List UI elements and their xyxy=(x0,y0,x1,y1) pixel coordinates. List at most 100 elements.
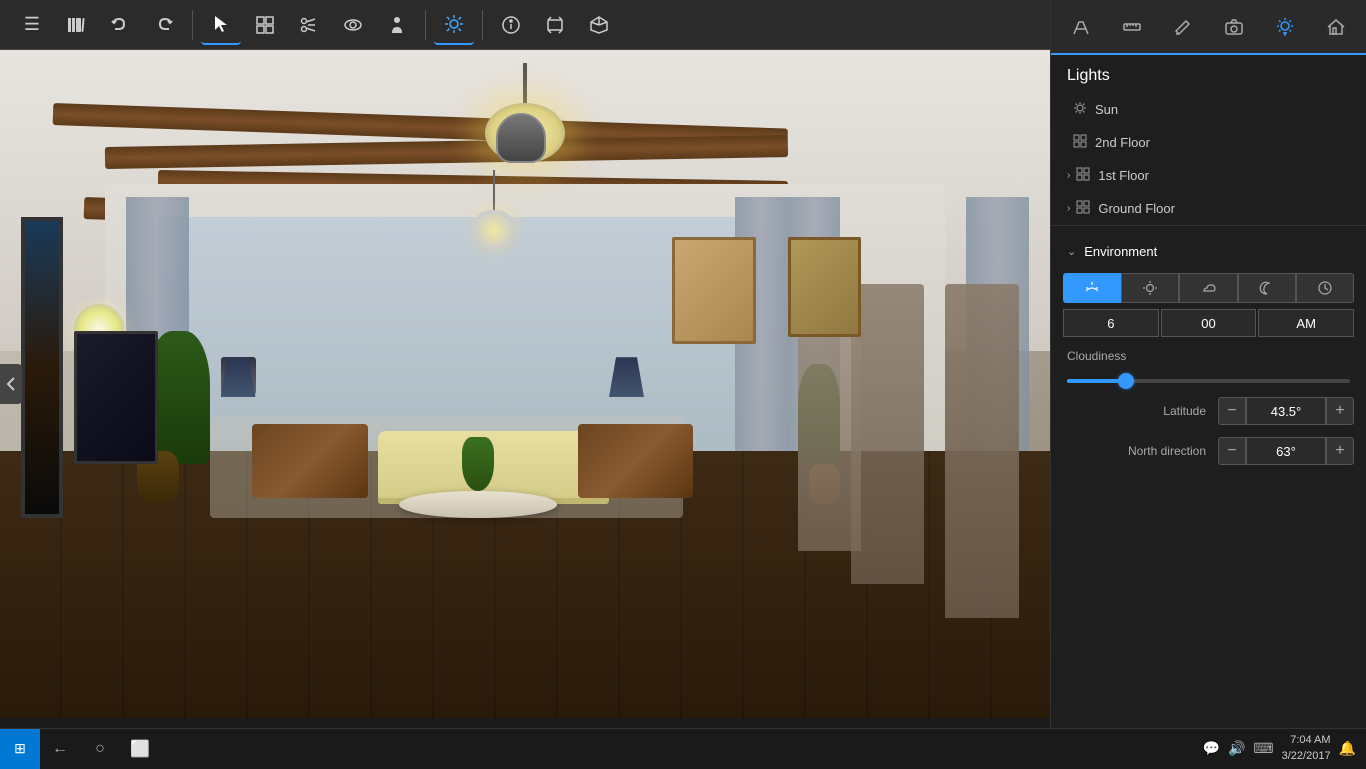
time-hours-input[interactable]: 6 xyxy=(1063,309,1159,337)
dining-chair-1 xyxy=(945,284,1019,618)
time-night-btn[interactable] xyxy=(1238,273,1296,303)
env-chevron: ⌄ xyxy=(1067,245,1076,258)
chandelier-fixture xyxy=(496,113,546,163)
undo-icon[interactable] xyxy=(100,5,140,45)
cloudiness-slider-container xyxy=(1051,367,1366,391)
keyboard-icon[interactable]: ⌨ xyxy=(1253,740,1273,757)
frame-icon[interactable] xyxy=(535,5,575,45)
panel-content: Lights Sun 2nd Floor › 1st Floor › xyxy=(1051,55,1366,728)
tv xyxy=(74,331,158,465)
info-icon[interactable] xyxy=(491,5,531,45)
ground-floor-item[interactable]: › Ground Floor xyxy=(1051,192,1366,225)
latitude-plus-btn[interactable]: + xyxy=(1326,397,1354,425)
1st-floor-label: 1st Floor xyxy=(1098,168,1149,183)
separator-1 xyxy=(192,10,193,40)
latitude-row: Latitude − 43.5° + xyxy=(1051,391,1366,431)
time-day-btn[interactable] xyxy=(1121,273,1179,303)
picture-frame-2 xyxy=(788,237,862,337)
library-icon[interactable] xyxy=(56,5,96,45)
clock-time: 7:04 AM xyxy=(1282,733,1331,748)
home-button[interactable]: ○ xyxy=(80,729,120,769)
time-cloudy-btn[interactable] xyxy=(1179,273,1237,303)
time-custom-btn[interactable] xyxy=(1296,273,1354,303)
sofa xyxy=(378,431,609,498)
north-direction-input[interactable]: 63° xyxy=(1246,437,1326,465)
view-icon[interactable] xyxy=(333,5,373,45)
ground-floor-chevron: › xyxy=(1067,203,1070,214)
cloudiness-slider-fill xyxy=(1067,379,1124,383)
ground-floor-icon xyxy=(1076,200,1090,217)
north-direction-minus-btn[interactable]: − xyxy=(1218,437,1246,465)
sun-item-icon xyxy=(1073,101,1087,118)
north-direction-plus-btn[interactable]: + xyxy=(1326,437,1354,465)
taskbar-clock[interactable]: 7:04 AM 3/22/2017 xyxy=(1282,733,1331,764)
2nd-floor-label: 2nd Floor xyxy=(1095,135,1150,150)
redo-icon[interactable] xyxy=(144,5,184,45)
chair-left xyxy=(252,424,368,497)
pendant-light xyxy=(452,170,536,270)
latitude-input[interactable]: 43.5° xyxy=(1246,397,1326,425)
notification-icon[interactable]: 💬 xyxy=(1203,740,1220,757)
scissors-icon[interactable] xyxy=(289,5,329,45)
pendant-shade xyxy=(474,210,514,250)
sun-item[interactable]: Sun xyxy=(1051,93,1366,126)
multitask-button[interactable]: ⬜ xyxy=(120,729,160,769)
taskbar-right: 💬 🔊 ⌨ 7:04 AM 3/22/2017 🔔 xyxy=(1193,733,1366,764)
start-button[interactable]: ⊞ xyxy=(0,729,40,769)
table-plant xyxy=(462,437,494,490)
time-preset-buttons xyxy=(1063,273,1354,303)
person-icon[interactable] xyxy=(377,5,417,45)
time-period-input[interactable]: AM xyxy=(1258,309,1354,337)
environment-label: Environment xyxy=(1084,244,1157,259)
table-lamp-left xyxy=(221,357,253,437)
cube-icon[interactable] xyxy=(579,5,619,45)
time-minutes-input[interactable]: 00 xyxy=(1161,309,1257,337)
2nd-floor-item[interactable]: 2nd Floor xyxy=(1051,126,1366,159)
panel-paint-icon[interactable] xyxy=(1063,9,1099,45)
menu-icon[interactable]: ☰ xyxy=(12,5,52,45)
time-sunrise-btn[interactable] xyxy=(1063,273,1121,303)
1st-floor-item[interactable]: › 1st Floor xyxy=(1051,159,1366,192)
scene xyxy=(0,50,1050,718)
panel-house-icon[interactable] xyxy=(1318,9,1354,45)
panel-edit-icon[interactable] xyxy=(1165,9,1201,45)
cloudiness-slider-track[interactable] xyxy=(1067,379,1350,383)
lamp-shade-inner-2 xyxy=(609,357,644,397)
right-panel: Lights Sun 2nd Floor › 1st Floor › xyxy=(1050,0,1366,728)
ground-floor-label: Ground Floor xyxy=(1098,201,1175,216)
clock-date: 3/22/2017 xyxy=(1282,749,1331,764)
panel-light-icon[interactable] xyxy=(1267,9,1303,45)
separator-2 xyxy=(425,10,426,40)
2nd-floor-icon xyxy=(1073,134,1087,151)
sun-toolbar-icon[interactable] xyxy=(434,5,474,45)
coffee-table xyxy=(399,491,557,518)
environment-header[interactable]: ⌄ Environment xyxy=(1051,236,1366,267)
notification-bell[interactable]: 🔔 xyxy=(1339,740,1356,757)
select-icon[interactable] xyxy=(201,5,241,45)
side-nav-button[interactable] xyxy=(0,364,22,404)
cloudiness-slider-thumb[interactable] xyxy=(1118,373,1134,389)
lamp-shade-3 xyxy=(609,357,644,397)
cloudiness-label: Cloudiness xyxy=(1051,341,1366,367)
north-direction-row: North direction − 63° + xyxy=(1051,431,1366,471)
latitude-minus-btn[interactable]: − xyxy=(1218,397,1246,425)
panel-icon-bar xyxy=(1051,0,1366,55)
panel-ruler-icon[interactable] xyxy=(1114,9,1150,45)
lamp-shade-2 xyxy=(221,357,256,397)
dining-chair-3 xyxy=(798,317,861,551)
pendant-rod xyxy=(493,170,495,210)
panel-camera-icon[interactable] xyxy=(1216,9,1252,45)
3d-viewport[interactable] xyxy=(0,50,1050,718)
time-inputs: 6 00 AM xyxy=(1063,309,1354,337)
back-button[interactable]: ← xyxy=(40,729,80,769)
top-toolbar: ☰ xyxy=(0,0,1050,50)
lights-section-title: Lights xyxy=(1051,55,1366,93)
taskbar: ⊞ ← ○ ⬜ 💬 🔊 ⌨ 7:04 AM 3/22/2017 🔔 xyxy=(0,728,1366,768)
volume-icon[interactable]: 🔊 xyxy=(1228,740,1245,757)
sun-label: Sun xyxy=(1095,102,1118,117)
tv-screen xyxy=(77,334,155,462)
picture-frame-1 xyxy=(672,237,756,344)
table-lamp-right xyxy=(609,357,641,437)
objects-icon[interactable] xyxy=(245,5,285,45)
environment-section: ⌄ Environment xyxy=(1051,225,1366,481)
